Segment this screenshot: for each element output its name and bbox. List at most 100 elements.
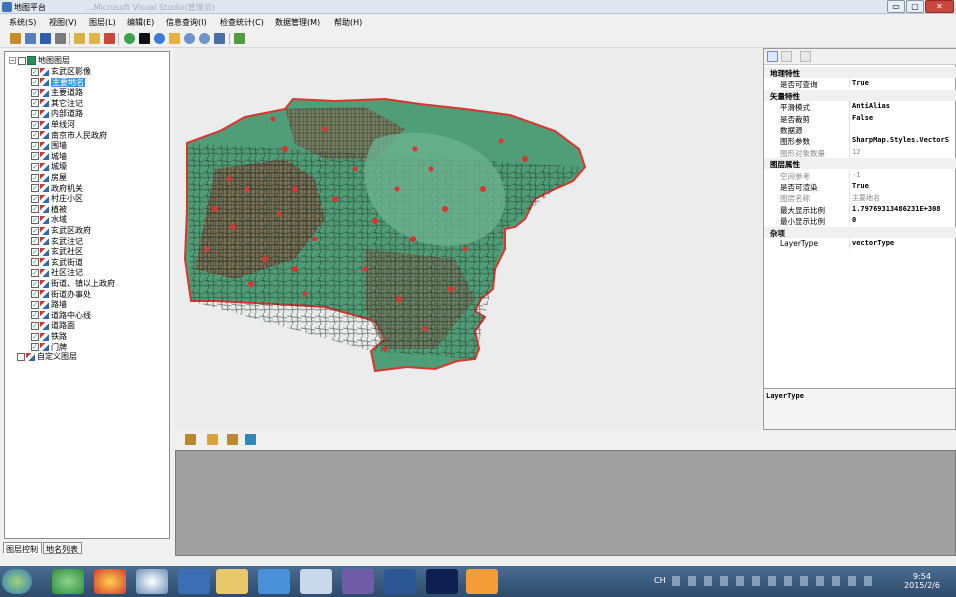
menu-layer[interactable]: 图层(L): [89, 17, 116, 28]
table-icon[interactable]: [227, 434, 238, 445]
app-qq-icon[interactable]: [300, 569, 332, 594]
explorer-icon[interactable]: [216, 569, 248, 594]
chrome-icon[interactable]: [94, 569, 126, 594]
app-k-icon[interactable]: [136, 569, 168, 594]
menu-statistics[interactable]: 检查统计(C): [220, 17, 264, 28]
layer-checkbox[interactable]: ✓: [31, 184, 39, 193]
menu-help[interactable]: 帮助(H): [334, 17, 362, 28]
tree-layer-item[interactable]: ✓ 路墙: [31, 299, 67, 309]
database-icon[interactable]: [245, 434, 256, 445]
tree-layer-item[interactable]: ✓ 主要地名: [31, 77, 85, 87]
app-grid-icon[interactable]: [178, 569, 210, 594]
alphabetical-icon[interactable]: [781, 51, 792, 62]
remove-layer-icon[interactable]: [104, 33, 115, 44]
layer-checkbox[interactable]: ✓: [31, 109, 39, 118]
maximize-button[interactable]: ▢: [906, 0, 924, 13]
tree-layer-item[interactable]: ✓ 玄武区政府: [31, 225, 91, 235]
full-extent-icon[interactable]: [214, 33, 225, 44]
zoom-in-icon[interactable]: [184, 33, 195, 44]
tree-layer-item[interactable]: ✓ 村庄小区: [31, 193, 83, 203]
refresh-icon[interactable]: [124, 33, 135, 44]
tree-layer-item[interactable]: ✓ 内部道路: [31, 108, 83, 118]
property-row[interactable]: 最大显示比例 1.79769313486231E+308: [764, 203, 956, 215]
categorized-icon[interactable]: [767, 51, 778, 62]
tab-place-list[interactable]: 地名列表: [43, 542, 82, 554]
browser-icon[interactable]: [52, 569, 84, 594]
tree-layer-item[interactable]: ✓ 道路面: [31, 320, 75, 330]
tab-layer-control[interactable]: 图层控制: [3, 542, 42, 554]
layer-checkbox[interactable]: ✓: [31, 152, 39, 161]
folder-icon[interactable]: [207, 434, 218, 445]
property-row[interactable]: 是否可渲染 True: [764, 181, 956, 192]
menu-data[interactable]: 数据管理(M): [275, 17, 320, 28]
visual-studio-icon[interactable]: [342, 569, 374, 594]
property-value[interactable]: 1.79769313486231E+308: [852, 205, 941, 213]
layer-checkbox[interactable]: ✓: [31, 162, 39, 171]
root-checkbox[interactable]: [18, 56, 26, 65]
tree-layer-item[interactable]: ✓ 城墙: [31, 151, 67, 161]
property-row[interactable]: 图层名称 主要地名: [764, 192, 956, 204]
property-row[interactable]: 平滑模式 AntiAlias: [764, 101, 956, 113]
tree-layer-item[interactable]: ✓ 道路中心线: [31, 310, 91, 320]
layer-checkbox[interactable]: ✓: [31, 78, 39, 87]
property-category[interactable]: 图层属性: [764, 158, 956, 170]
map-app-icon[interactable]: [466, 569, 498, 594]
collapse-icon[interactable]: −: [9, 57, 16, 64]
layer-checkbox[interactable]: ✓: [31, 99, 39, 108]
property-value[interactable]: vectorType: [852, 239, 894, 247]
tree-layer-item[interactable]: ✓ 植被: [31, 204, 67, 214]
layer-checkbox[interactable]: ✓: [31, 237, 39, 246]
tree-layer-item[interactable]: ✓ 城壕: [31, 161, 67, 171]
start-button[interactable]: [2, 569, 32, 594]
property-row[interactable]: LayerType vectorType: [764, 238, 956, 249]
feather-icon[interactable]: [258, 569, 290, 594]
tree-layer-item[interactable]: ✓ 南京市人民政府: [31, 130, 107, 140]
tree-layer-item[interactable]: ✓ 玄武街道: [31, 257, 83, 267]
layer-checkbox[interactable]: ✓: [31, 205, 39, 214]
property-value[interactable]: SharpMap.Styles.VectorS: [852, 136, 949, 144]
identify-icon[interactable]: [169, 33, 180, 44]
layer-checkbox[interactable]: ✓: [31, 215, 39, 224]
property-value[interactable]: True: [852, 182, 869, 190]
tree-layer-item[interactable]: ✓ 街道、镇以上政府: [31, 278, 115, 288]
property-row[interactable]: 图形对象数量 12: [764, 146, 956, 158]
tree-layer-item[interactable]: ✓ 围墙: [31, 140, 67, 150]
tree-layer-item[interactable]: ✓ 水域: [31, 214, 67, 224]
property-value[interactable]: True: [852, 79, 869, 87]
menu-view[interactable]: 视图(V): [49, 17, 77, 28]
layer-checkbox[interactable]: ✓: [31, 332, 39, 341]
layer-checkbox[interactable]: ✓: [31, 343, 39, 352]
system-tray-icons[interactable]: [672, 576, 872, 586]
add-layer-icon[interactable]: [74, 33, 85, 44]
edit-icon[interactable]: [10, 33, 21, 44]
menu-system[interactable]: 系统(S): [9, 17, 36, 28]
minimize-button[interactable]: ▭: [887, 0, 905, 13]
layer-checkbox[interactable]: ✓: [31, 67, 39, 76]
property-row[interactable]: 是否可查询 True: [764, 78, 956, 90]
layer-checkbox[interactable]: ✓: [31, 131, 39, 140]
layer-checkbox[interactable]: ✓: [31, 311, 39, 320]
tree-layer-item[interactable]: ✓ 玄武区影像: [31, 66, 91, 76]
property-value[interactable]: 0: [852, 216, 856, 224]
property-value[interactable]: 主要地名: [852, 193, 880, 203]
save-icon[interactable]: [40, 33, 51, 44]
layer-properties-icon[interactable]: [89, 33, 100, 44]
layer-checkbox[interactable]: ✓: [31, 279, 39, 288]
close-button[interactable]: ✕: [925, 0, 954, 13]
property-row[interactable]: 空间参考 -1: [764, 169, 956, 181]
zoom-out-icon[interactable]: [199, 33, 210, 44]
layer-checkbox[interactable]: ✓: [31, 300, 39, 309]
property-row[interactable]: 是否裁剪 False: [764, 112, 956, 124]
tree-layer-item[interactable]: ✓ 玄武社区: [31, 246, 83, 256]
layer-checkbox[interactable]: ✓: [31, 194, 39, 203]
layer-checkbox[interactable]: ✓: [31, 141, 39, 150]
layer-checkbox[interactable]: ✓: [31, 290, 39, 299]
tree-root[interactable]: − 地图图层: [9, 55, 70, 65]
property-pages-icon[interactable]: [800, 51, 811, 62]
layer-checkbox[interactable]: ✓: [31, 268, 39, 277]
property-category[interactable]: 矢量特性: [764, 89, 956, 101]
pan-icon[interactable]: [139, 33, 150, 44]
layer-checkbox[interactable]: ✓: [31, 247, 39, 256]
tree-layer-item[interactable]: ✓ 铁路: [31, 331, 67, 341]
tree-layer-item[interactable]: ✓ 政府机关: [31, 183, 83, 193]
